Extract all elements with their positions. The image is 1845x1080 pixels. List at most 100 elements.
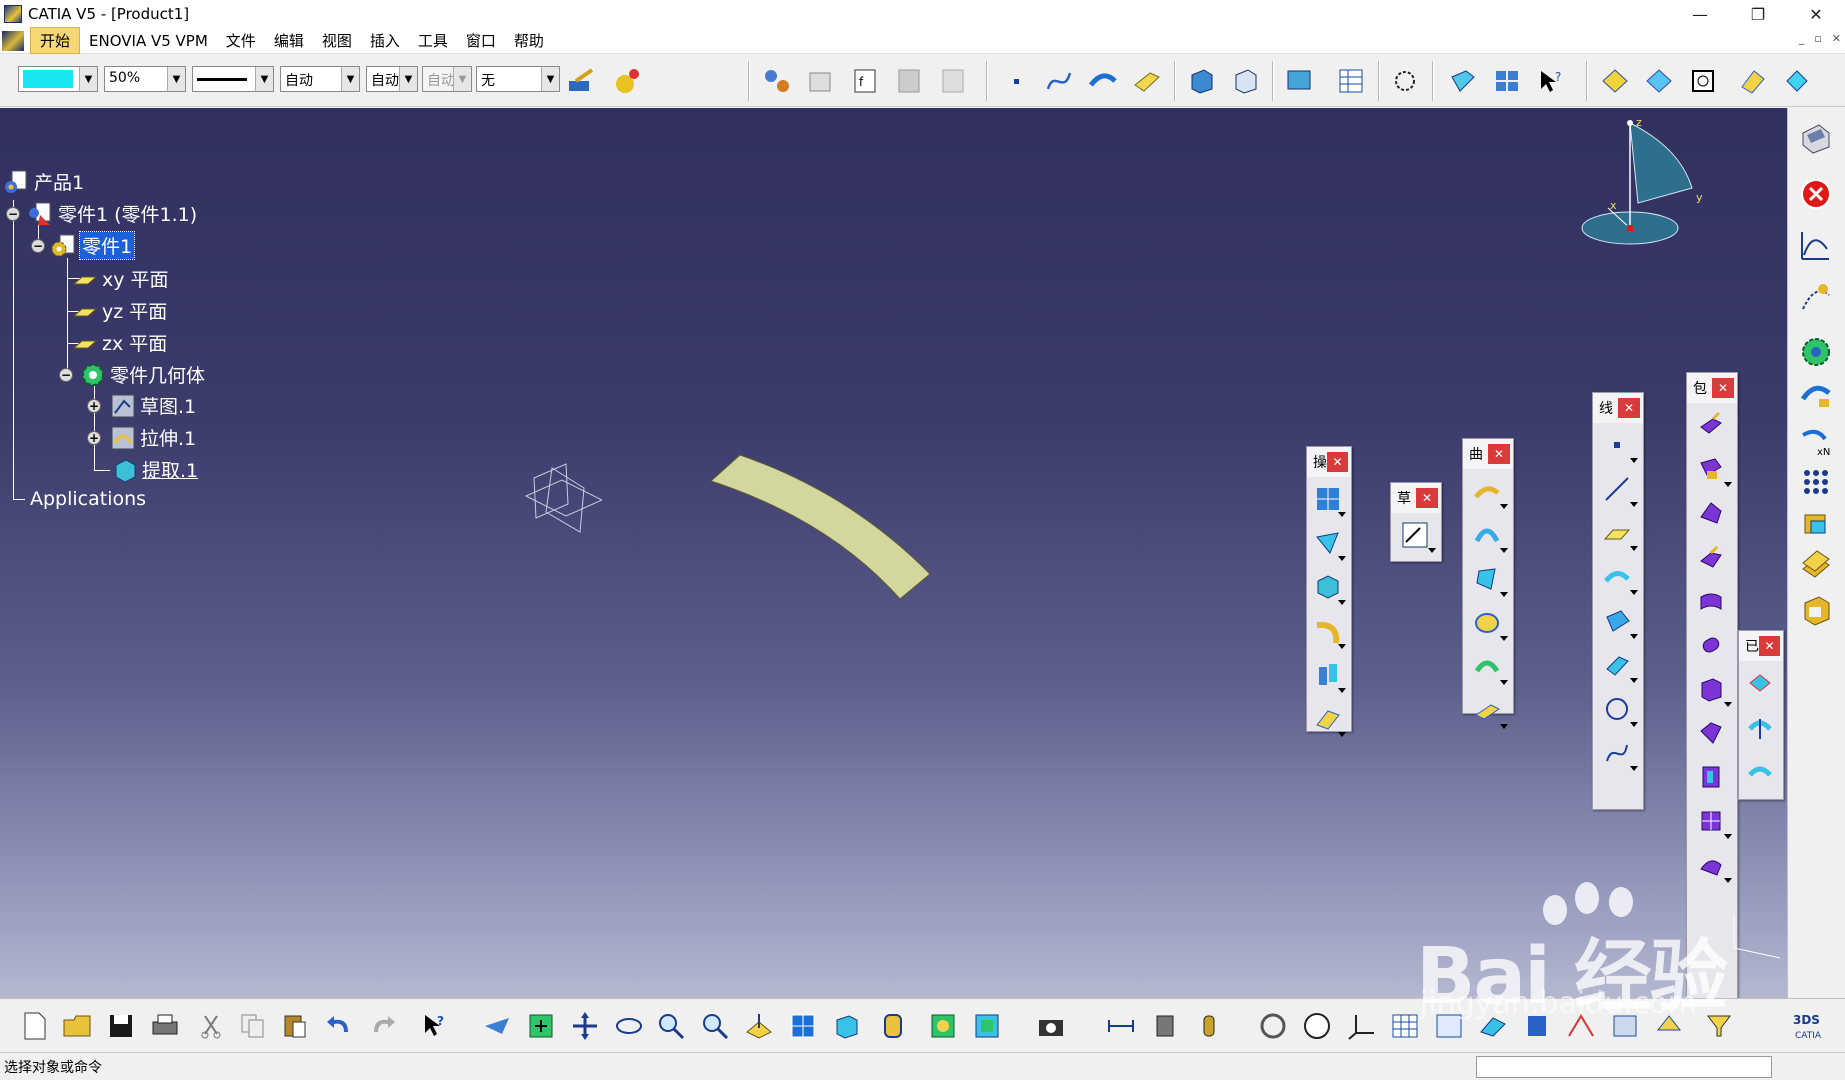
tree-node-applications[interactable]: Applications	[30, 488, 146, 510]
sphere-surface-icon[interactable]	[1463, 557, 1511, 601]
sketch-tools-icon[interactable]	[1798, 278, 1834, 314]
groove-icon[interactable]	[1687, 535, 1735, 579]
shading-icon[interactable]	[876, 1009, 910, 1043]
tree-node-zx-plane[interactable]: zx 平面	[72, 329, 167, 356]
workbench-switch-icon[interactable]	[1652, 1009, 1686, 1043]
expand-toggle[interactable]: +	[87, 399, 101, 413]
menu-view[interactable]: 视图	[313, 28, 361, 53]
thick-surface-icon[interactable]	[1687, 799, 1735, 843]
knowledge-wheel-icon[interactable]	[1798, 334, 1834, 370]
multi-section-icon[interactable]	[1307, 477, 1349, 521]
tree-node-extract[interactable]: 提取.1	[112, 456, 198, 483]
generative-shape-icon[interactable]	[1598, 65, 1632, 97]
thickness-select[interactable]: 自动 ▼	[280, 66, 360, 92]
line-icon[interactable]	[1593, 467, 1641, 511]
table-icon[interactable]	[1334, 65, 1368, 97]
pattern-grid-icon[interactable]	[1798, 464, 1834, 500]
blend-icon[interactable]	[1463, 645, 1511, 689]
menu-window[interactable]: 窗口	[457, 28, 505, 53]
exit-sketch-icon[interactable]	[1798, 176, 1834, 212]
intersection-icon[interactable]	[1593, 599, 1641, 643]
surfaces-palette[interactable]: 曲 ✕	[1462, 438, 1514, 729]
extracted-surface[interactable]	[700, 408, 940, 608]
tree-node-sketch[interactable]: 草图.1	[110, 392, 196, 419]
part-features-palette[interactable]: 包 ✕	[1686, 372, 1738, 998]
spline-icon[interactable]	[1593, 731, 1641, 775]
constraint-icon[interactable]	[1798, 376, 1834, 412]
catia-menu-logo-icon[interactable]	[2, 30, 24, 51]
pan-icon[interactable]	[568, 1009, 602, 1043]
menu-tools[interactable]: 工具	[409, 28, 457, 53]
point-style-select[interactable]: 自动 ▼	[366, 66, 418, 92]
menu-insert[interactable]: 插入	[361, 28, 409, 53]
translate-icon[interactable]	[1307, 653, 1349, 697]
draft-icon[interactable]	[1798, 592, 1834, 628]
compass-widget[interactable]: z y x	[1580, 108, 1710, 258]
painter-icon[interactable]	[564, 65, 598, 97]
minimize-button[interactable]: —	[1671, 0, 1729, 28]
thickness-icon[interactable]	[1739, 749, 1781, 793]
update-icon[interactable]	[1256, 1009, 1290, 1043]
formula-icon[interactable]	[804, 65, 838, 97]
workbench-icon[interactable]	[1798, 120, 1834, 156]
revolve-surface-icon[interactable]	[1463, 513, 1511, 557]
check-icon[interactable]	[936, 65, 970, 97]
selection-trap-icon[interactable]	[1564, 1009, 1598, 1043]
assembly-icon[interactable]	[1228, 65, 1262, 97]
sweep-icon[interactable]	[1307, 521, 1349, 565]
dimension-icon[interactable]: xN	[1798, 424, 1834, 460]
grid-icon[interactable]	[1490, 65, 1524, 97]
normal-view-icon[interactable]	[742, 1009, 776, 1043]
palette-close-button[interactable]: ✕	[1712, 378, 1734, 398]
paste-icon[interactable]	[278, 1009, 312, 1043]
close-window-button[interactable]: ✕	[1787, 0, 1845, 28]
circle-icon[interactable]	[1593, 687, 1641, 731]
operations-palette[interactable]: 操 ✕	[1306, 446, 1352, 737]
menu-edit[interactable]: 编辑	[265, 28, 313, 53]
copy-icon[interactable]	[236, 1009, 270, 1043]
layer-style-select[interactable]: 自动 ▼	[422, 66, 472, 92]
tree-node-product[interactable]: 产品1	[4, 168, 84, 195]
tree-node-yz-plane[interactable]: yz 平面	[72, 297, 167, 324]
expand-toggle[interactable]: +	[87, 431, 101, 445]
sketch-frame-icon[interactable]	[1686, 65, 1720, 97]
zoom-out-icon[interactable]	[698, 1009, 732, 1043]
menu-file[interactable]: 文件	[217, 28, 265, 53]
linetype-select[interactable]: ▼	[192, 66, 274, 92]
redo-icon[interactable]	[366, 1009, 400, 1043]
material-icon[interactable]	[610, 65, 644, 97]
catalog-icon[interactable]	[1282, 65, 1316, 97]
layer-select[interactable]: 无 ▼	[476, 66, 560, 92]
restore-button[interactable]: ❐	[1729, 0, 1787, 28]
parallel-curve-icon[interactable]	[1593, 643, 1641, 687]
print-icon[interactable]	[148, 1009, 182, 1043]
new-file-icon[interactable]	[18, 1009, 52, 1043]
fill-surface-icon[interactable]	[1736, 65, 1770, 97]
command-input[interactable]	[1476, 1056, 1772, 1078]
parameters-icon[interactable]: f	[848, 65, 882, 97]
quick-view-icon[interactable]	[830, 1009, 864, 1043]
profile-icon[interactable]	[1798, 228, 1834, 264]
scale-icon[interactable]	[1798, 506, 1834, 542]
wireframe-palette[interactable]: 线 ✕	[1592, 392, 1644, 810]
save-icon[interactable]	[104, 1009, 138, 1043]
loft-icon[interactable]	[1687, 711, 1735, 755]
filter-icon[interactable]	[1702, 1009, 1736, 1043]
tree-node-xy-plane[interactable]: xy 平面	[72, 265, 169, 292]
close-surface-icon[interactable]	[1687, 843, 1735, 887]
hand-icon[interactable]	[1300, 1009, 1334, 1043]
undo-icon[interactable]	[322, 1009, 356, 1043]
stiffener-icon[interactable]	[1687, 667, 1735, 711]
fit-all-icon[interactable]	[524, 1009, 558, 1043]
collapse-toggle[interactable]: −	[6, 207, 20, 221]
doc-close-button[interactable]: ✕	[1832, 32, 1841, 45]
plane-icon[interactable]	[1593, 511, 1641, 555]
open-folder-icon[interactable]	[60, 1009, 94, 1043]
sketch-palette[interactable]: 草 ✕	[1390, 482, 1442, 562]
projection-icon[interactable]	[1593, 555, 1641, 599]
point-icon[interactable]	[1593, 423, 1641, 467]
extract-icon[interactable]	[1307, 565, 1349, 609]
collapse-toggle[interactable]: −	[59, 368, 73, 382]
color-select[interactable]: ▼	[18, 66, 98, 92]
menu-help[interactable]: 帮助	[505, 28, 553, 53]
